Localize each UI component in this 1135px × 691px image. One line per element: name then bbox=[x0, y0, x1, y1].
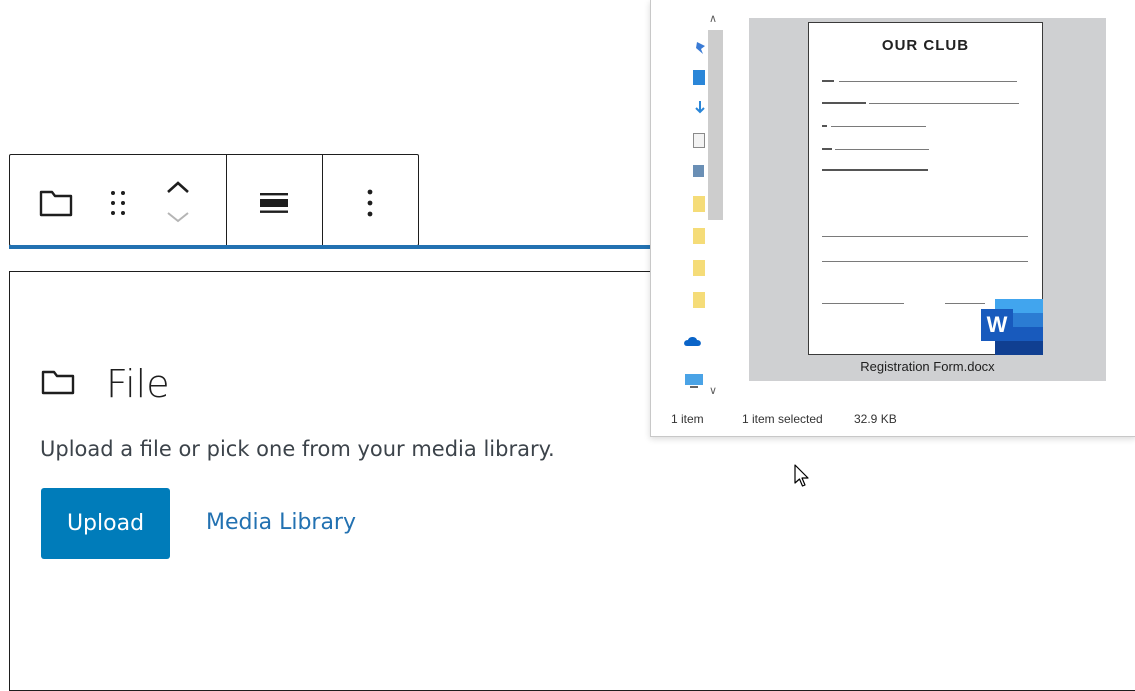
chevron-down-icon[interactable] bbox=[160, 205, 196, 229]
signature-line bbox=[822, 303, 904, 304]
folder-icon[interactable] bbox=[693, 260, 705, 276]
downloads-icon[interactable] bbox=[693, 100, 707, 116]
navigation-pane: ∧ ∨ bbox=[651, 0, 727, 400]
document-preview-title: OUR CLUB bbox=[881, 37, 970, 54]
scrollbar-thumb[interactable] bbox=[708, 30, 723, 220]
field-label-mark bbox=[822, 102, 866, 104]
folder-icon bbox=[40, 367, 76, 401]
form-line bbox=[869, 103, 1019, 104]
status-bar: 1 item 1 item selected 32.9 KB bbox=[651, 412, 1135, 432]
this-pc-icon[interactable] bbox=[683, 373, 705, 389]
selection-status: 1 item selected bbox=[742, 412, 823, 426]
field-label-mark bbox=[822, 80, 834, 82]
field-label-mark bbox=[822, 169, 928, 171]
onedrive-icon[interactable] bbox=[683, 333, 703, 349]
desktop-folder-icon[interactable] bbox=[693, 70, 705, 85]
folder-icon[interactable] bbox=[693, 292, 705, 308]
block-title: File bbox=[106, 362, 170, 406]
pictures-icon[interactable] bbox=[693, 165, 704, 177]
word-icon: W bbox=[981, 299, 1043, 355]
form-line bbox=[839, 81, 1017, 82]
field-label-mark bbox=[822, 125, 827, 127]
item-count: 1 item bbox=[671, 412, 704, 426]
toolbar-separator bbox=[322, 155, 323, 245]
drag-handle-icon[interactable] bbox=[100, 181, 136, 225]
word-badge: W bbox=[981, 309, 1013, 341]
folder-icon[interactable] bbox=[693, 228, 705, 244]
document-preview: OUR CLUB W bbox=[808, 22, 1043, 355]
field-label-mark bbox=[822, 148, 832, 150]
form-line bbox=[831, 126, 926, 127]
form-line bbox=[822, 236, 1028, 237]
block-placeholder-header: File bbox=[40, 362, 170, 406]
mouse-cursor-icon bbox=[794, 464, 809, 487]
documents-icon[interactable] bbox=[693, 133, 705, 148]
block-selection-indicator bbox=[9, 245, 669, 249]
folder-icon[interactable] bbox=[693, 196, 705, 212]
toolbar-separator bbox=[226, 155, 227, 245]
more-vertical-icon[interactable] bbox=[350, 181, 390, 225]
form-line bbox=[822, 261, 1028, 262]
selection-size: 32.9 KB bbox=[854, 412, 897, 426]
media-library-link[interactable]: Media Library bbox=[206, 510, 356, 535]
block-instructions: Upload a file or pick one from your medi… bbox=[40, 437, 555, 461]
chevron-up-icon[interactable] bbox=[160, 173, 196, 201]
signature-line bbox=[945, 303, 985, 304]
file-name[interactable]: Registration Form.docx bbox=[749, 359, 1106, 374]
file-explorer-window: ∧ ∨ OUR CLUB W Registration Form.docx 1 … bbox=[650, 0, 1135, 437]
upload-button[interactable]: Upload bbox=[41, 488, 170, 559]
block-toolbar bbox=[9, 154, 419, 246]
form-line bbox=[835, 149, 929, 150]
align-none-icon[interactable] bbox=[248, 181, 300, 225]
pin-icon[interactable] bbox=[693, 40, 707, 56]
file-item-selected[interactable]: OUR CLUB W bbox=[749, 18, 1106, 381]
scroll-down-icon[interactable]: ∨ bbox=[709, 384, 717, 397]
scroll-up-icon[interactable]: ∧ bbox=[709, 12, 717, 25]
folder-icon[interactable] bbox=[34, 181, 78, 225]
